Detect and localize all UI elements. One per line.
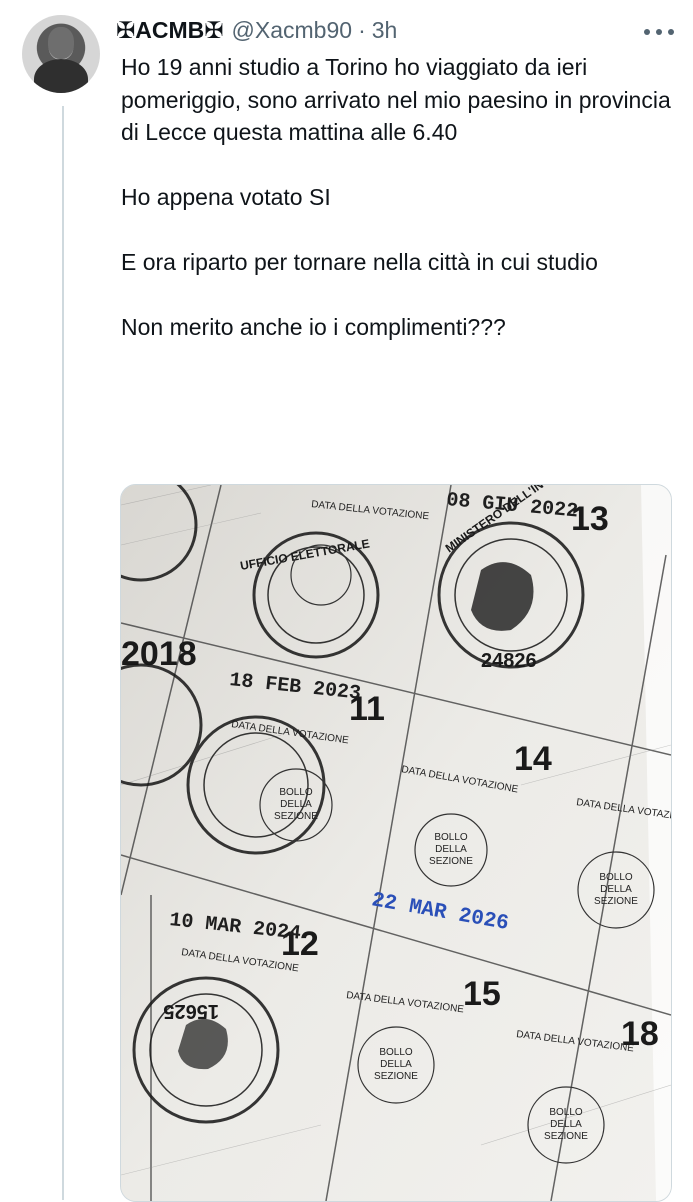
more-dot xyxy=(668,29,674,35)
bollo-label: DELLA xyxy=(600,884,632,895)
bollo-label: SEZIONE xyxy=(594,896,638,907)
more-dot xyxy=(656,29,662,35)
bollo-label: BOLLO xyxy=(279,787,313,798)
bollo-label: BOLLO xyxy=(599,872,633,883)
section-number: 14 xyxy=(514,740,552,778)
avatar-body xyxy=(34,59,88,93)
thread-line xyxy=(62,106,64,1200)
avatar[interactable] xyxy=(22,15,100,93)
bollo-label: DELLA xyxy=(380,1059,412,1070)
stamp-number: 15625 xyxy=(163,1000,219,1022)
bollo-label: SEZIONE xyxy=(374,1071,418,1082)
bollo-label: DELLA xyxy=(550,1119,582,1130)
section-number: 15 xyxy=(463,975,501,1013)
stamp-number: 24826 xyxy=(481,650,537,672)
section-number: 18 xyxy=(621,1015,659,1053)
more-dot xyxy=(644,29,650,35)
bollo-label: BOLLO xyxy=(434,832,468,843)
bollo-label: SEZIONE xyxy=(429,856,473,867)
bollo-label: BOLLO xyxy=(549,1107,583,1118)
avatar-head xyxy=(48,27,74,59)
bollo-label: BOLLO xyxy=(379,1047,413,1058)
more-options-icon[interactable] xyxy=(644,20,674,44)
bollo-label: SEZIONE xyxy=(274,811,318,822)
tweet-paragraph: Ho appena votato SI xyxy=(121,184,331,210)
tweet-paragraph: Non merito anche io i complimenti??? xyxy=(121,314,506,340)
voter-card-image: DATA DELLA VOTAZIONE DATA DELLA VOTAZION… xyxy=(121,485,671,1201)
bollo-label: DELLA xyxy=(435,844,467,855)
tweet-paragraph: E ora riparto per tornare nella città in… xyxy=(121,249,598,275)
display-name[interactable]: ✠ACMB✠ xyxy=(116,17,224,44)
tweet-header: ✠ACMB✠ @Xacmb90 · 3h xyxy=(116,12,397,48)
header-separator: · xyxy=(358,16,366,43)
bollo-label: DELLA xyxy=(280,799,312,810)
tweet-paragraph: Ho 19 anni studio a Torino ho viaggiato … xyxy=(121,54,671,145)
bollo-label: SEZIONE xyxy=(544,1131,588,1142)
tweet-photo[interactable]: DATA DELLA VOTAZIONE DATA DELLA VOTAZION… xyxy=(120,484,672,1202)
user-handle[interactable]: @Xacmb90 xyxy=(232,17,353,44)
timestamp[interactable]: 3h xyxy=(372,17,398,44)
tweet-text: Ho 19 anni studio a Torino ho viaggiato … xyxy=(121,51,681,344)
